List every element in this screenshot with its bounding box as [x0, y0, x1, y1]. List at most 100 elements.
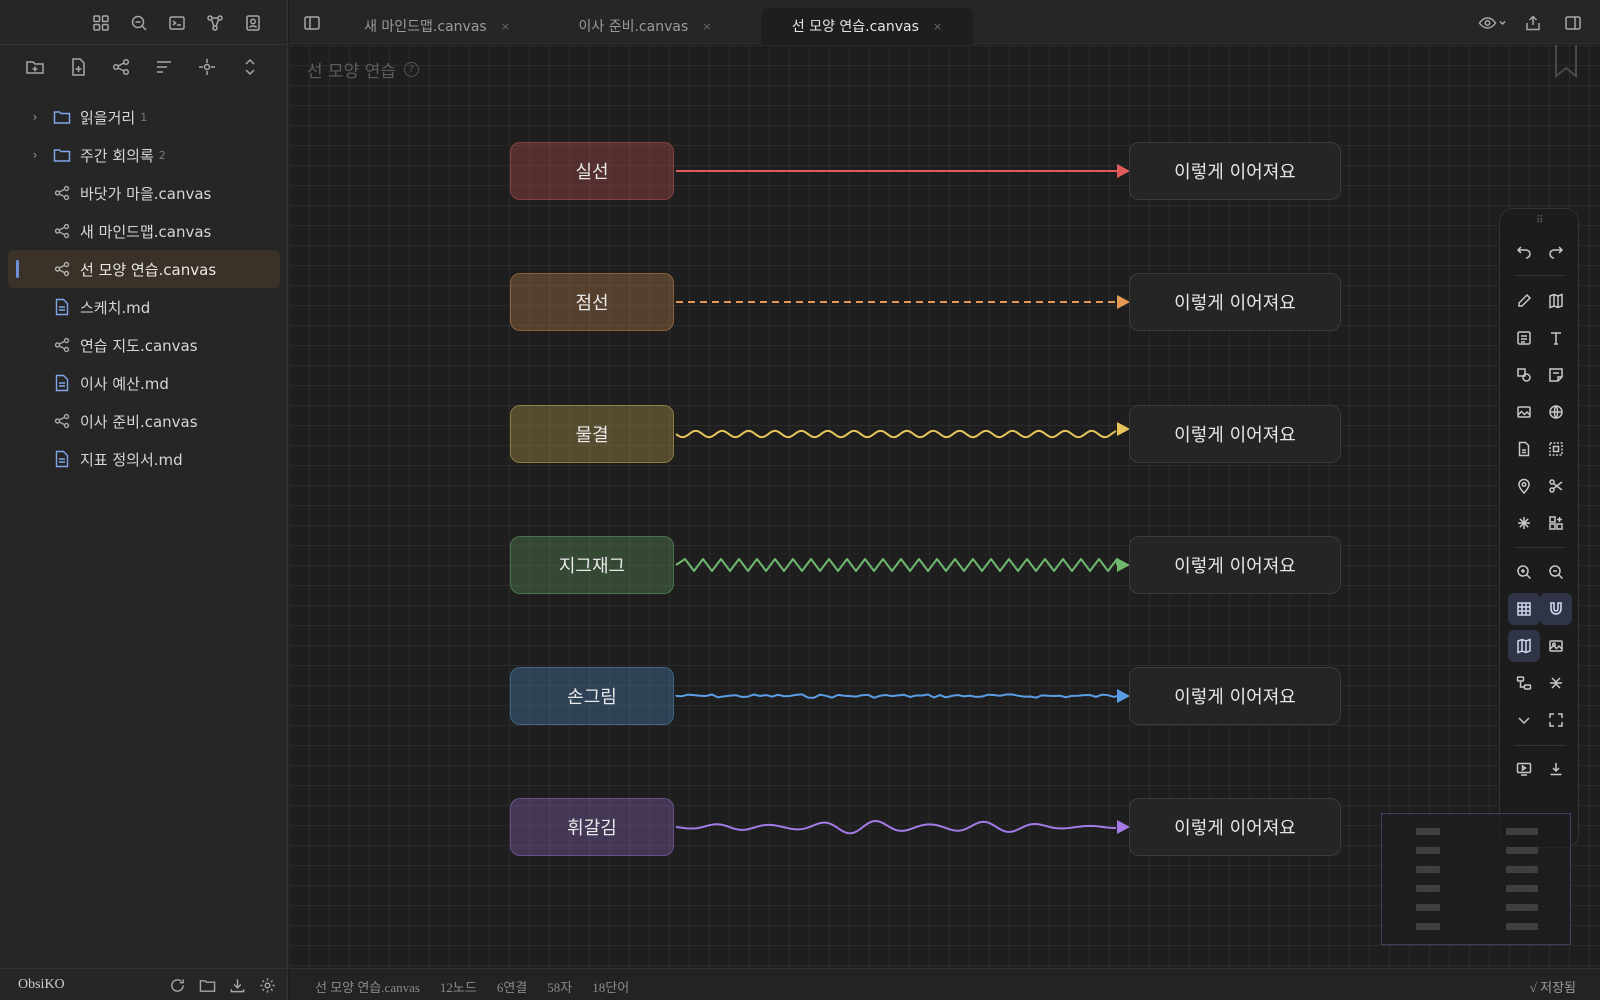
minimap-node: [1506, 866, 1538, 873]
chevron-right-icon[interactable]: ›: [28, 110, 42, 124]
canvas-board[interactable]: 선 모양 연습 ? 실선 점선 물결 지그재그 손그림 휘갈김 이렇게 이어져요…: [289, 45, 1600, 968]
minimap[interactable]: [1381, 813, 1571, 945]
folder-icon[interactable]: [196, 974, 218, 996]
edge-zigzag[interactable]: [675, 558, 1118, 572]
zoom-out-icon[interactable]: [1540, 556, 1572, 588]
tab-close-icon[interactable]: ×: [501, 20, 510, 33]
fullscreen-icon[interactable]: [1540, 704, 1572, 736]
tab-close-icon[interactable]: ×: [702, 20, 711, 33]
refresh-icon[interactable]: [166, 974, 188, 996]
locate-icon[interactable]: [194, 54, 220, 80]
chevron-right-icon[interactable]: ›: [28, 148, 42, 162]
magnet-icon[interactable]: [1540, 593, 1572, 625]
connect-icon[interactable]: [1508, 667, 1540, 699]
canvas-file-icon: [52, 183, 72, 203]
node-dashed[interactable]: 점선: [510, 273, 674, 331]
tab-moving-prep[interactable]: 이사 준비.canvas ×: [539, 8, 751, 44]
node-solid[interactable]: 실선: [510, 142, 674, 200]
collapse-edges-icon[interactable]: [1540, 667, 1572, 699]
drag-handle-icon[interactable]: ⠿: [1536, 215, 1544, 226]
node-label: 물결: [575, 425, 609, 446]
edge-scribble[interactable]: [675, 820, 1117, 835]
graph-icon[interactable]: [202, 10, 228, 36]
chevron-down-icon[interactable]: [1508, 704, 1540, 736]
sticky-note-icon[interactable]: [1540, 359, 1572, 391]
node-target[interactable]: 이렇게 이어져요: [1129, 667, 1341, 725]
node-target[interactable]: 이렇게 이어져요: [1129, 142, 1341, 200]
right-sidebar-toggle-icon[interactable]: [1558, 10, 1588, 36]
scissors-icon[interactable]: [1540, 470, 1572, 502]
markdown-file-icon: [52, 373, 72, 393]
edge-wavy[interactable]: [675, 429, 1117, 439]
present-icon[interactable]: [1508, 753, 1540, 785]
tab-new-mindmap[interactable]: 새 마인드맵.canvas ×: [331, 8, 543, 44]
zoom-in-icon[interactable]: [1508, 556, 1540, 588]
tree-file[interactable]: 새 마인드맵.canvas: [8, 212, 280, 250]
item-count: 2: [158, 148, 166, 162]
shapes-icon[interactable]: [1508, 359, 1540, 391]
redo-icon[interactable]: [1540, 235, 1572, 267]
export-icon[interactable]: [1540, 753, 1572, 785]
tree-file[interactable]: 스케치.md: [8, 288, 280, 326]
node-target[interactable]: 이렇게 이어져요: [1129, 536, 1341, 594]
text-card-icon[interactable]: [1508, 322, 1540, 354]
image-icon[interactable]: [1508, 396, 1540, 428]
item-count: 1: [140, 110, 148, 124]
tree-file-active[interactable]: 선 모양 연습.canvas: [8, 250, 280, 288]
globe-icon[interactable]: [1540, 396, 1572, 428]
pencil-icon[interactable]: [1508, 285, 1540, 317]
new-file-icon[interactable]: [65, 54, 91, 80]
edge-handdrawn[interactable]: [675, 693, 1118, 699]
tab-close-icon[interactable]: ×: [933, 20, 942, 33]
node-label: 이렇게 이어져요: [1174, 425, 1296, 446]
pin-icon[interactable]: [1508, 470, 1540, 502]
tree-folder-weekly-minutes[interactable]: › 주간 회의록 2: [8, 136, 280, 174]
tree-item-label: 연습 지도.canvas: [80, 336, 198, 355]
node-zigzag[interactable]: 지그재그: [510, 536, 674, 594]
contact-card-icon[interactable]: [240, 10, 266, 36]
vault-name[interactable]: ObsiKO: [18, 977, 65, 993]
undo-icon[interactable]: [1508, 235, 1540, 267]
widgets-icon[interactable]: [1540, 507, 1572, 539]
sidebar-toggle-icon[interactable]: [299, 10, 325, 36]
tree-file[interactable]: 이사 예산.md: [8, 364, 280, 402]
minimap-node: [1416, 885, 1440, 892]
folder-icon: [52, 107, 72, 127]
node-target[interactable]: 이렇게 이어져요: [1129, 405, 1341, 463]
tree-file[interactable]: 이사 준비.canvas: [8, 402, 280, 440]
node-handdrawn[interactable]: 손그림: [510, 667, 674, 725]
tree-item-label: 지표 정의서.md: [80, 450, 183, 469]
tree-file[interactable]: 바닷가 마을.canvas: [8, 174, 280, 212]
node-target[interactable]: 이렇게 이어져요: [1129, 273, 1341, 331]
status-word-count: 18단어: [592, 980, 630, 995]
map-icon[interactable]: [1540, 285, 1572, 317]
tree-file[interactable]: 지표 정의서.md: [8, 440, 280, 478]
tree-file[interactable]: 연습 지도.canvas: [8, 326, 280, 364]
status-char-count: 58자: [547, 980, 573, 995]
canvas-file-icon: [52, 221, 72, 241]
layout-grid-icon[interactable]: [88, 10, 114, 36]
new-folder-icon[interactable]: [22, 54, 48, 80]
download-icon[interactable]: [226, 974, 248, 996]
image-view-icon[interactable]: [1540, 630, 1572, 662]
selection-icon[interactable]: [1540, 433, 1572, 465]
tree-folder-reading[interactable]: › 읽을거리 1: [8, 98, 280, 136]
node-scribble[interactable]: 휘갈김: [510, 798, 674, 856]
node-wavy[interactable]: 물결: [510, 405, 674, 463]
share-icon[interactable]: [1518, 10, 1548, 36]
tab-label: 새 마인드맵.canvas: [364, 19, 487, 35]
view-mode-icon[interactable]: [1478, 10, 1508, 36]
collapse-icon[interactable]: [237, 54, 263, 80]
tab-line-styles[interactable]: 선 모양 연습.canvas ×: [761, 8, 973, 44]
node-target[interactable]: 이렇게 이어져요: [1129, 798, 1341, 856]
search-file-icon[interactable]: [126, 10, 152, 36]
sort-icon[interactable]: [151, 54, 177, 80]
settings-icon[interactable]: [256, 974, 278, 996]
file-icon[interactable]: [1508, 433, 1540, 465]
sparkle-icon[interactable]: [1508, 507, 1540, 539]
text-icon[interactable]: [1540, 322, 1572, 354]
terminal-icon[interactable]: [164, 10, 190, 36]
map-view-icon[interactable]: [1508, 630, 1540, 662]
new-canvas-icon[interactable]: [108, 54, 134, 80]
grid-icon[interactable]: [1508, 593, 1540, 625]
